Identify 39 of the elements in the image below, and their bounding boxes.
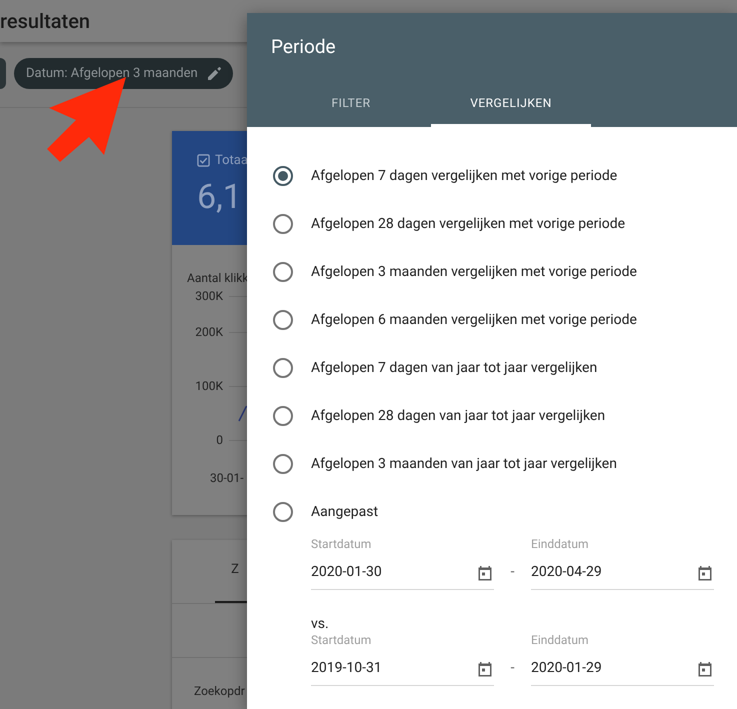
page-title: resultaten	[0, 8, 90, 35]
date-field[interactable]: 2020-01-29	[531, 658, 671, 679]
chart-title: Aantal klikk	[187, 270, 248, 287]
axis-tick: 300K	[194, 288, 223, 305]
tab[interactable]: VERGELIJKEN	[431, 81, 591, 127]
radio-option[interactable]: Afgelopen 7 dagen van jaar tot jaar vergelijken	[273, 344, 598, 392]
radio-option[interactable]: Afgelopen 28 dagen vergelijken met vorige periode	[273, 200, 626, 248]
field-label: Einddatum	[531, 536, 590, 552]
pencil-icon	[208, 67, 221, 80]
calendar-icon[interactable]	[476, 660, 494, 678]
axis-tick: 200K	[194, 324, 223, 341]
range-separator: -	[510, 659, 516, 678]
date-chip[interactable]: Datum: Afgelopen 3 maanden	[14, 58, 233, 89]
vs-label: vs.	[311, 616, 330, 632]
filter-chip[interactable]	[0, 58, 6, 89]
field-label: Einddatum	[531, 632, 590, 648]
radio-option[interactable]: Afgelopen 7 dagen vergelijken met vorige periode	[273, 152, 618, 200]
tab[interactable]: FILTER	[271, 81, 431, 127]
field-label: Startdatum	[311, 536, 372, 552]
radio-option[interactable]: Afgelopen 3 maanden vergelijken met vorige periode	[273, 248, 637, 296]
date-field[interactable]: 2020-04-29	[531, 562, 671, 583]
date-field[interactable]: 2019-10-31	[311, 658, 451, 679]
calendar-icon[interactable]	[696, 660, 714, 678]
date-field[interactable]: 2020-01-30	[311, 562, 451, 583]
calendar-icon[interactable]	[696, 564, 714, 582]
radio-option[interactable]: Afgelopen 28 dagen van jaar tot jaar vergelijken	[273, 392, 606, 440]
axis-tick: 30-01-	[210, 470, 244, 487]
metric-label: Totaa	[215, 152, 248, 170]
dialog-title: Periode	[270, 34, 337, 60]
range-separator: -	[510, 563, 516, 582]
column-header: Zoekopdr	[194, 683, 245, 700]
field-label: Startdatum	[311, 632, 372, 648]
axis-tick: 0	[215, 432, 223, 449]
radio-option[interactable]: Afgelopen 3 maanden van jaar tot jaar vergelijken	[273, 440, 617, 488]
axis-tick: 100K	[194, 378, 223, 395]
radio-option[interactable]: Afgelopen 6 maanden vergelijken met vorige periode	[273, 296, 637, 344]
metric-value: 6,1	[197, 176, 242, 218]
radio-option[interactable]: Aangepast	[273, 488, 378, 536]
calendar-icon[interactable]	[476, 564, 494, 582]
